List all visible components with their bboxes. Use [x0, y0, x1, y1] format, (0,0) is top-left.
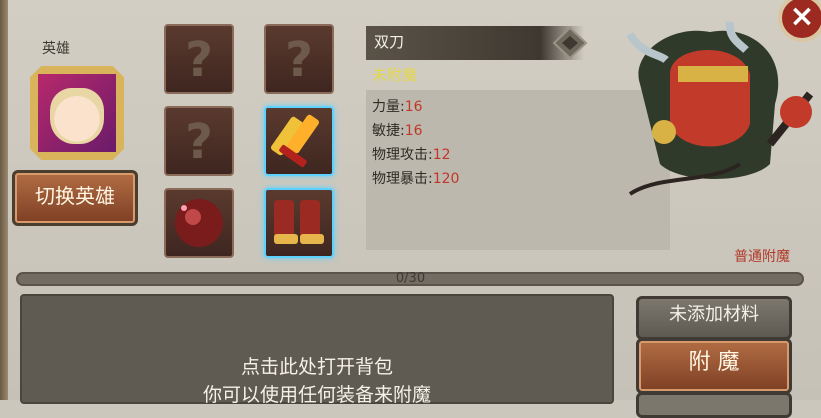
- portrait-background: [38, 74, 116, 152]
- stat-physical-attack: 物理攻击:12: [372, 147, 451, 163]
- enchant-button[interactable]: 附 魔: [636, 338, 792, 394]
- empty-slot-3[interactable]: [164, 106, 234, 176]
- weapon-name: 双刀: [374, 33, 405, 51]
- double-blade-icon: [270, 114, 320, 168]
- red-orb-icon: [175, 199, 223, 247]
- weapon-slot[interactable]: [264, 106, 334, 176]
- enchant-status: 未附魔: [372, 66, 418, 84]
- extra-button-partial[interactable]: [636, 392, 792, 418]
- armor-boots-icon: [274, 200, 324, 244]
- stat-agility: 敏捷:16: [372, 123, 423, 139]
- bag-hint-line-1: 点击此处打开背包: [240, 356, 393, 378]
- empty-slot-2[interactable]: [264, 24, 334, 94]
- weapon-type-icon: [552, 26, 588, 60]
- hero-portrait[interactable]: [30, 66, 124, 160]
- material-button[interactable]: 未添加材料: [636, 296, 792, 340]
- open-bag-area[interactable]: 点击此处打开背包 你可以使用任何装备来附魔: [20, 294, 614, 406]
- left-frame: [0, 0, 8, 400]
- boots-slot[interactable]: [264, 188, 334, 258]
- enchant-type-label: 普通附魔: [734, 249, 790, 265]
- switch-hero-button[interactable]: 切换英雄: [12, 170, 138, 226]
- stat-physical-crit: 物理暴击:120: [372, 171, 460, 187]
- monster-illustration: [626, 21, 814, 196]
- stat-strength: 力量:16: [372, 99, 423, 115]
- bag-hint-line-2: 你可以使用任何装备来附魔: [202, 384, 431, 406]
- hero-face-icon: [50, 88, 104, 144]
- empty-slot-1[interactable]: [164, 24, 234, 94]
- hero-label: 英雄: [42, 41, 70, 57]
- progress-text: 0/30: [395, 271, 426, 286]
- orb-slot[interactable]: [164, 188, 234, 258]
